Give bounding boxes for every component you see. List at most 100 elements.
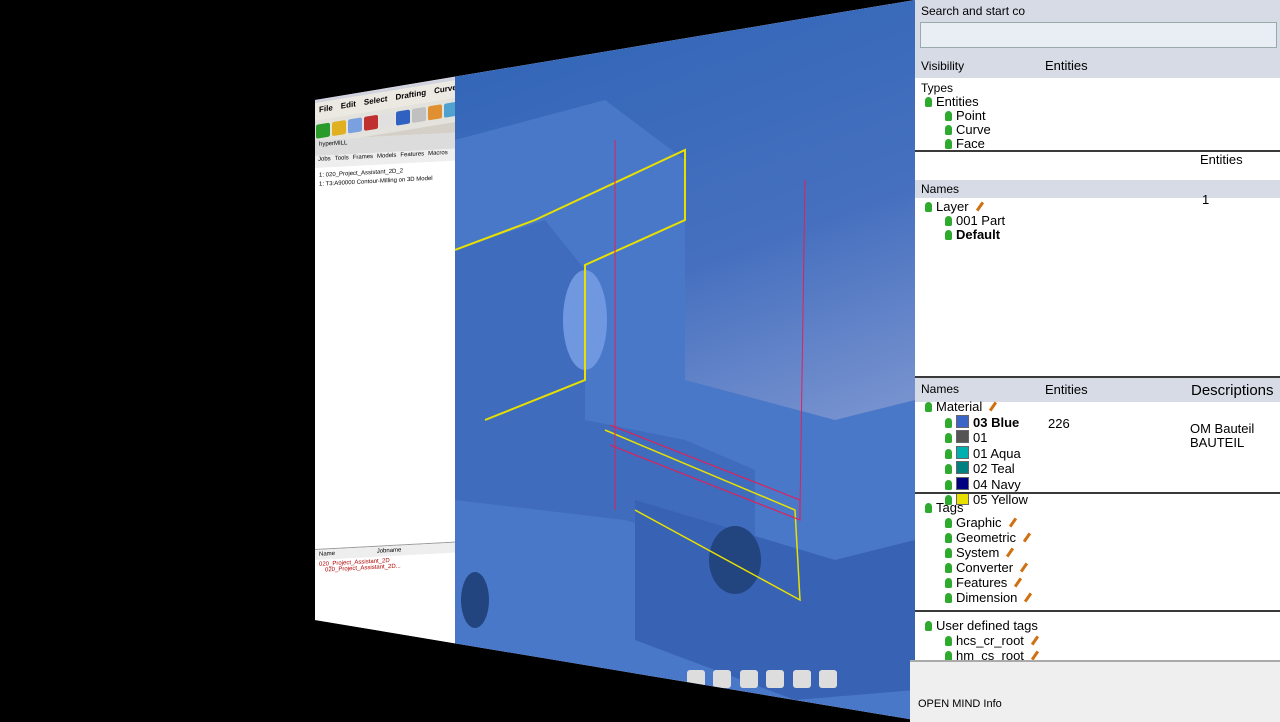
tree-label: Default	[956, 227, 1001, 242]
material-description: BAUTEIL	[1190, 435, 1245, 450]
bulb-icon[interactable]	[945, 417, 952, 428]
tree-item-dimension[interactable]: Dimension	[925, 590, 1033, 605]
bulb-icon[interactable]	[945, 533, 952, 543]
bulb-icon[interactable]	[925, 402, 932, 412]
bulb-icon[interactable]	[945, 111, 952, 121]
toolbar-icon-4[interactable]	[380, 112, 394, 129]
color-swatch	[956, 476, 969, 490]
bulb-icon[interactable]	[945, 464, 952, 474]
tree-item-layer[interactable]: Layer	[925, 200, 1005, 214]
material-description: OM Bauteil	[1190, 421, 1255, 436]
tree-item-02-teal[interactable]: 02 Teal	[925, 461, 1028, 477]
types-label: Types	[921, 81, 954, 95]
entities-panel: Search and start co Visibility Entities …	[915, 0, 1280, 720]
pencil-icon[interactable]	[1030, 650, 1040, 661]
tab-models[interactable]: Models	[377, 153, 396, 160]
tree-item-graphic[interactable]: Graphic	[925, 515, 1033, 530]
red-icon[interactable]	[792, 670, 811, 688]
tab-features[interactable]: Features	[400, 151, 424, 158]
tree-label: Point	[956, 108, 986, 123]
tree-item-converter[interactable]: Converter	[925, 560, 1033, 575]
tree-item-user-defined-tags[interactable]: User defined tags	[925, 618, 1040, 633]
tree-label: 04 Navy	[973, 476, 1021, 492]
tree-item-04-navy[interactable]: 04 Navy	[925, 476, 1028, 493]
pen-icon[interactable]	[766, 670, 785, 688]
pencil-icon[interactable]	[975, 201, 984, 212]
bulb-icon[interactable]	[945, 593, 952, 603]
bulb-icon[interactable]	[945, 125, 952, 135]
bulb-icon[interactable]	[945, 230, 952, 240]
menu-file[interactable]: File	[315, 99, 337, 118]
pencil-icon[interactable]	[1008, 517, 1017, 528]
tree-label: Dimension	[956, 590, 1018, 605]
bulb-icon[interactable]	[925, 97, 932, 107]
user-tags-divider	[915, 610, 1280, 612]
pencil-icon[interactable]	[1024, 592, 1033, 603]
3d-viewport[interactable]	[455, 0, 915, 720]
toolbar-icon-5[interactable]	[396, 109, 410, 126]
tree-item-face[interactable]: Face	[925, 137, 1001, 151]
pencil-icon[interactable]	[989, 401, 998, 412]
search-input[interactable]	[920, 22, 1277, 48]
entities-header-3: Entities	[1045, 382, 1088, 397]
bulb-icon[interactable]	[925, 503, 932, 513]
toolbar-icon-1[interactable]	[332, 119, 346, 137]
toolbar-icon-3[interactable]	[364, 114, 378, 131]
toolbar-icon-2[interactable]	[348, 117, 362, 134]
bulb-icon[interactable]	[945, 563, 952, 573]
tree-item-03-blue[interactable]: 03 Blue	[925, 414, 1028, 431]
tags-tree: Tags Graphic Geometric System Converter Featu…	[925, 500, 1033, 605]
pencil-icon[interactable]	[1014, 577, 1023, 588]
pencil-icon[interactable]	[1022, 532, 1032, 543]
tree-label: Tags	[936, 500, 964, 515]
bulb-icon[interactable]	[945, 433, 952, 443]
pencil-icon[interactable]	[1006, 547, 1015, 558]
tree-item-01[interactable]: 01	[925, 430, 1028, 446]
tree-label: User defined tags	[936, 618, 1038, 633]
tree-item-geometric[interactable]: Geometric	[925, 530, 1033, 545]
tree-item-01-aqua[interactable]: 01 Aqua	[925, 445, 1028, 462]
tree-item-material[interactable]: Material	[925, 399, 1028, 415]
bulb-icon[interactable]	[945, 548, 952, 558]
tree-item-default[interactable]: Default	[925, 228, 1005, 242]
tab-frames[interactable]: Frames	[353, 154, 373, 161]
tree-label: 01 Aqua	[973, 445, 1021, 461]
pencil-icon[interactable]	[1019, 562, 1029, 573]
shading-icon[interactable]	[687, 670, 705, 688]
tab-tools[interactable]: Tools	[335, 155, 349, 162]
tree-item-entities[interactable]: Entities	[925, 95, 1001, 109]
tab-macros[interactable]: Macros	[428, 150, 448, 157]
hypermill-browser-panel: hyperMILL Jobs Tools Frames Models Features M…	[315, 132, 456, 661]
bulb-icon[interactable]	[945, 139, 952, 149]
view-icon[interactable]	[713, 670, 732, 688]
bulb-icon[interactable]	[925, 202, 932, 212]
tree-item-001-part[interactable]: 001 Part	[925, 214, 1005, 228]
tree-item-features[interactable]: Features	[925, 575, 1033, 590]
user-tags-tree: User defined tags hcs_cr_root hm_cs_root	[925, 618, 1040, 663]
menu-edit[interactable]: Edit	[337, 96, 360, 115]
bulb-icon[interactable]	[945, 636, 952, 646]
tree-item-curve[interactable]: Curve	[925, 123, 1001, 137]
bulb-icon[interactable]	[925, 621, 932, 631]
tree-item-system[interactable]: System	[925, 545, 1033, 560]
bulb-icon[interactable]	[945, 448, 952, 459]
bulb-icon[interactable]	[945, 216, 952, 226]
bulb-icon[interactable]	[945, 479, 952, 490]
tree-label: Converter	[956, 560, 1014, 575]
toolbar-icon-7[interactable]	[428, 104, 442, 121]
measure-icon[interactable]	[739, 670, 758, 688]
layer-count: 1	[1202, 192, 1210, 207]
descriptions-header[interactable]: Descriptions	[1191, 382, 1274, 399]
toolbar-icon-6[interactable]	[412, 106, 426, 124]
tab-jobs[interactable]: Jobs	[318, 156, 331, 163]
snap-icon[interactable]	[819, 670, 838, 688]
bulb-icon[interactable]	[945, 518, 952, 528]
tree-item-hcs-cr-root[interactable]: hcs_cr_root	[925, 633, 1040, 648]
tree-item-point[interactable]: Point	[925, 109, 1001, 123]
part-hole-left	[461, 572, 489, 628]
toolbar-icon-0[interactable]	[316, 122, 330, 139]
bulb-icon[interactable]	[945, 578, 952, 588]
pencil-icon[interactable]	[1030, 635, 1040, 646]
tree-label: Curve	[956, 122, 991, 137]
tree-item-tags[interactable]: Tags	[925, 500, 1033, 515]
